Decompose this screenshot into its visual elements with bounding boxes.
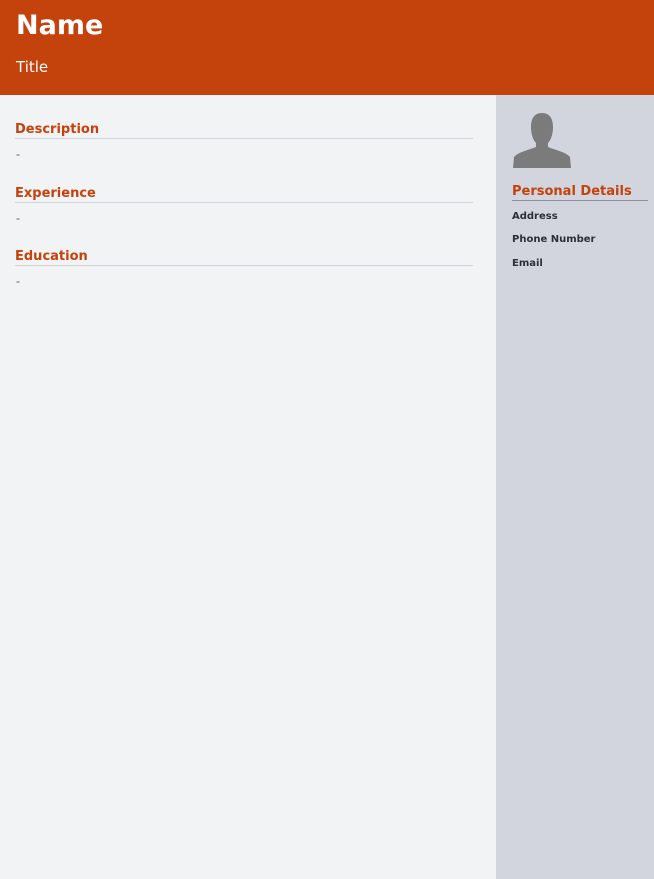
education-content[interactable]: - bbox=[15, 273, 473, 289]
sidebar: Personal Details Address Phone Number Em… bbox=[496, 95, 654, 879]
phone-number-field[interactable]: Phone Number bbox=[512, 233, 595, 246]
resume-header: Name Title bbox=[0, 0, 654, 95]
description-content[interactable]: - bbox=[15, 146, 473, 162]
main-content: Description - Experience - Education - bbox=[0, 95, 496, 879]
education-heading: Education bbox=[15, 248, 473, 266]
experience-section: Experience - bbox=[15, 185, 473, 226]
address-field[interactable]: Address bbox=[512, 210, 558, 223]
experience-content[interactable]: - bbox=[15, 210, 473, 226]
personal-details-heading: Personal Details bbox=[512, 183, 648, 201]
resume-name[interactable]: Name bbox=[16, 8, 103, 44]
experience-heading: Experience bbox=[15, 185, 473, 203]
email-field[interactable]: Email bbox=[512, 257, 543, 270]
description-heading: Description bbox=[15, 121, 473, 139]
description-section: Description - bbox=[15, 121, 473, 162]
person-silhouette-icon[interactable] bbox=[512, 111, 572, 169]
resume-title[interactable]: Title bbox=[16, 57, 48, 77]
education-section: Education - bbox=[15, 248, 473, 289]
